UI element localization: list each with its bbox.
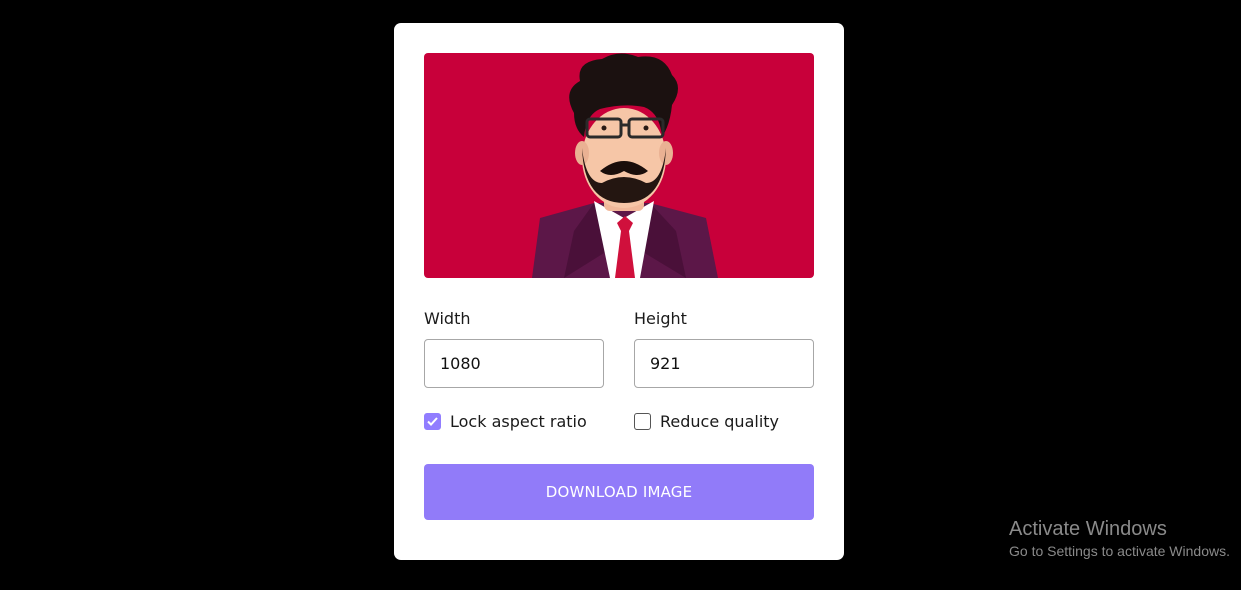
lock-aspect-ratio-option[interactable]: Lock aspect ratio <box>424 410 587 432</box>
activate-windows-watermark: Activate Windows Go to Settings to activ… <box>1009 518 1230 560</box>
reduce-quality-label: Reduce quality <box>660 411 779 431</box>
lock-aspect-ratio-checkbox[interactable] <box>424 412 441 430</box>
width-input[interactable] <box>424 339 604 388</box>
image-preview <box>424 53 814 278</box>
height-input[interactable] <box>634 339 814 388</box>
avatar-illustration <box>424 53 814 278</box>
height-label: Height <box>634 309 687 328</box>
download-image-button[interactable]: DOWNLOAD IMAGE <box>424 464 814 520</box>
watermark-subtitle: Go to Settings to activate Windows. <box>1009 543 1230 559</box>
checkmark-icon <box>427 416 438 426</box>
watermark-title: Activate Windows <box>1009 518 1167 540</box>
reduce-quality-option[interactable]: Reduce quality <box>634 410 779 432</box>
width-label: Width <box>424 309 471 328</box>
lock-aspect-ratio-label: Lock aspect ratio <box>450 411 587 431</box>
resizer-card: Width Height Lock aspect ratio Reduce qu… <box>394 23 844 560</box>
reduce-quality-checkbox[interactable] <box>634 412 651 430</box>
